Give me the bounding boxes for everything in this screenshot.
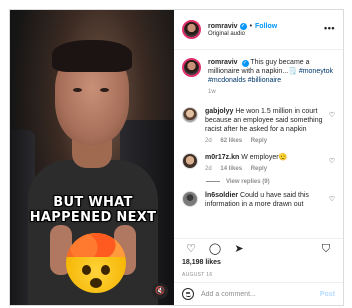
comments-section: romraviv ✓ This guy became a millionaire… xyxy=(174,50,343,238)
video-overlay-text-line2: HAPPENED NEXT xyxy=(29,210,157,225)
verified-icon: ✓ xyxy=(239,22,247,30)
heart-icon[interactable]: ♡ xyxy=(329,111,335,119)
more-options-icon[interactable]: ••• xyxy=(324,23,335,33)
caption-avatar[interactable] xyxy=(182,58,201,77)
comment-icon[interactable]: ◯ xyxy=(206,242,224,256)
comment-input[interactable] xyxy=(201,290,320,298)
person-eye-right xyxy=(100,88,109,92)
verified-icon: ✓ xyxy=(241,60,249,67)
caption: romraviv ✓ This guy became a millionaire… xyxy=(182,58,335,97)
comment-text: W employer🫡 xyxy=(241,154,288,161)
comment-username[interactable]: gabjolyy xyxy=(205,108,233,115)
comment-likes[interactable]: 14 likes xyxy=(220,166,242,172)
person-eye-left xyxy=(73,88,82,92)
emoji-icon[interactable] xyxy=(182,288,194,300)
action-bar: ♡ ◯ ➤ ⛉ xyxy=(174,238,343,259)
add-comment-bar: Post xyxy=(174,282,343,305)
comment-reply-button[interactable]: Reply xyxy=(251,138,267,144)
post-sidebar: romraviv ✓ • Follow Original audio ••• r… xyxy=(174,10,343,305)
like-count[interactable]: 18,198 likes xyxy=(174,259,343,270)
exploding-head-emoji xyxy=(66,233,126,293)
comment-avatar[interactable] xyxy=(182,153,198,169)
comment-item: ln6soldier Could u have said this inform… xyxy=(182,191,335,209)
comment-username[interactable]: ln6soldier xyxy=(205,192,238,199)
heart-icon[interactable]: ♡ xyxy=(329,157,335,165)
comment-reply-button[interactable]: Reply xyxy=(251,166,267,172)
instagram-post: BUT WHAT HAPPENED NEXT 🔇 romraviv ✓ • Fo… xyxy=(9,9,344,306)
comment-username[interactable]: m0r17z.kn xyxy=(205,154,239,161)
comment-avatar[interactable] xyxy=(182,107,198,123)
separator-dot: • xyxy=(249,22,253,30)
like-icon[interactable]: ♡ xyxy=(182,242,200,256)
comment-time: 2d xyxy=(205,166,212,172)
post-header: romraviv ✓ • Follow Original audio ••• xyxy=(174,10,343,50)
bookmark-icon[interactable]: ⛉ xyxy=(317,242,335,256)
person-hair xyxy=(52,40,132,72)
comment-time: 2d xyxy=(205,138,212,144)
post-button[interactable]: Post xyxy=(320,291,335,298)
share-icon[interactable]: ➤ xyxy=(230,242,248,256)
mute-icon[interactable]: 🔇 xyxy=(152,283,168,299)
avatar[interactable] xyxy=(182,20,201,39)
caption-time: 1w xyxy=(208,89,216,95)
heart-icon[interactable]: ♡ xyxy=(329,195,335,203)
comment-item: m0r17z.kn W employer🫡 2d 14 likes Reply … xyxy=(182,153,335,174)
comment-avatar[interactable] xyxy=(182,191,198,207)
audio-link[interactable]: Original audio xyxy=(208,31,277,37)
comment-likes[interactable]: 62 likes xyxy=(220,138,242,144)
view-replies-button[interactable]: View replies (9) xyxy=(206,179,335,185)
video-overlay-text-line1: BUT WHAT xyxy=(53,195,133,210)
comment-item: gabjolyy He won 1.5 million in court bec… xyxy=(182,107,335,146)
header-username[interactable]: romraviv xyxy=(208,23,238,30)
caption-username[interactable]: romraviv xyxy=(208,59,238,66)
post-date: AUGUST 16 xyxy=(182,272,213,278)
video-player[interactable]: BUT WHAT HAPPENED NEXT 🔇 xyxy=(10,10,174,305)
follow-button[interactable]: Follow xyxy=(255,23,277,30)
